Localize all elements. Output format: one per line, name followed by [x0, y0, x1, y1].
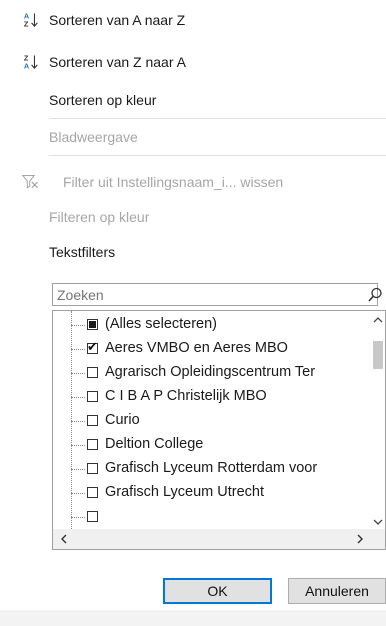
list-item[interactable] [53, 505, 383, 529]
list-item-label: Aeres VMBO en Aeres MBO [105, 340, 288, 356]
list-item-label: (Alles selecteren) [105, 316, 218, 332]
sort-by-color-item[interactable]: Sorteren op kleur [0, 85, 386, 115]
scroll-up-icon[interactable] [373, 315, 383, 325]
bottom-bar [0, 610, 386, 626]
list-item-label: Deltion College [105, 436, 204, 452]
cancel-button[interactable]: Annuleren [288, 578, 386, 604]
value-list[interactable]: (Alles selecteren) ✔ Aeres VMBO en Aeres… [52, 310, 386, 550]
scroll-down-icon[interactable] [373, 517, 383, 527]
item-checkbox[interactable] [87, 391, 98, 402]
clear-filter-icon [22, 172, 40, 192]
scroll-thumb[interactable] [373, 341, 383, 369]
list-item-label: C I B A P Christelijk MBO [105, 388, 267, 404]
clear-filter-item: Filter uit Instellingsnaam_i... wissen [0, 167, 386, 197]
search-icon[interactable] [367, 287, 383, 303]
list-item[interactable]: Agrarisch Opleidingscentrum Ter [53, 361, 383, 385]
svg-text:Z: Z [24, 20, 29, 29]
item-checkbox[interactable] [87, 463, 98, 474]
sort-a-to-z-item[interactable]: A Z Sorteren van A naar Z [0, 5, 386, 35]
list-item[interactable]: Grafisch Lyceum Utrecht [53, 481, 383, 505]
item-checkbox[interactable]: ✔ [87, 339, 98, 354]
sort-by-color-label: Sorteren op kleur [49, 92, 157, 108]
list-item[interactable]: Grafisch Lyceum Rotterdam voor [53, 457, 383, 481]
list-item-label: Agrarisch Opleidingscentrum Ter [105, 364, 316, 380]
scroll-right-icon[interactable] [355, 534, 365, 544]
sort-z-to-a-label: Sorteren van Z naar A [49, 54, 186, 70]
sort-a-to-z-label: Sorteren van A naar Z [49, 12, 186, 28]
item-checkbox[interactable] [87, 415, 98, 426]
clear-filter-label: Filter uit Instellingsnaam_i... wissen [63, 174, 284, 190]
list-item[interactable]: Curio [53, 409, 383, 433]
sort-z-to-a-item[interactable]: Z A Sorteren van Z naar A [0, 47, 386, 77]
filter-by-color-label: Filteren op kleur [49, 209, 150, 225]
list-item[interactable]: C I B A P Christelijk MBO [53, 385, 383, 409]
ok-button[interactable]: OK [163, 578, 272, 604]
svg-text:A: A [24, 62, 30, 71]
sort-ascending-icon: A Z [23, 10, 41, 30]
item-checkbox[interactable] [87, 367, 98, 378]
select-all-checkbox[interactable] [87, 319, 98, 330]
menu-separator [49, 155, 386, 156]
list-item-label: Grafisch Lyceum Utrecht [105, 484, 265, 500]
search-input[interactable] [57, 286, 357, 304]
menu-separator [49, 118, 386, 119]
horizontal-scrollbar[interactable] [53, 529, 385, 549]
list-item-label: Curio [105, 412, 140, 428]
filter-by-color-item: Filteren op kleur [0, 202, 386, 232]
text-filters-label: Tekstfilters [49, 244, 116, 260]
list-item[interactable]: ✔ Aeres VMBO en Aeres MBO [53, 337, 383, 361]
sheet-view-label: Bladweergave [49, 129, 138, 145]
search-box[interactable] [52, 283, 382, 306]
list-item[interactable]: Deltion College [53, 433, 383, 457]
scroll-left-icon[interactable] [59, 534, 69, 544]
list-item-label: Grafisch Lyceum Rotterdam voor [105, 460, 318, 476]
item-checkbox[interactable] [87, 439, 98, 450]
sheet-view-item: Bladweergave [0, 122, 386, 152]
vertical-scrollbar[interactable] [371, 311, 385, 529]
item-checkbox[interactable] [87, 511, 98, 522]
list-item[interactable]: (Alles selecteren) [53, 313, 383, 337]
text-filters-item[interactable]: Tekstfilters [0, 237, 386, 267]
sort-descending-icon: Z A [23, 52, 41, 72]
checkmark-icon: ✔ [87, 339, 98, 354]
item-checkbox[interactable] [87, 487, 98, 498]
